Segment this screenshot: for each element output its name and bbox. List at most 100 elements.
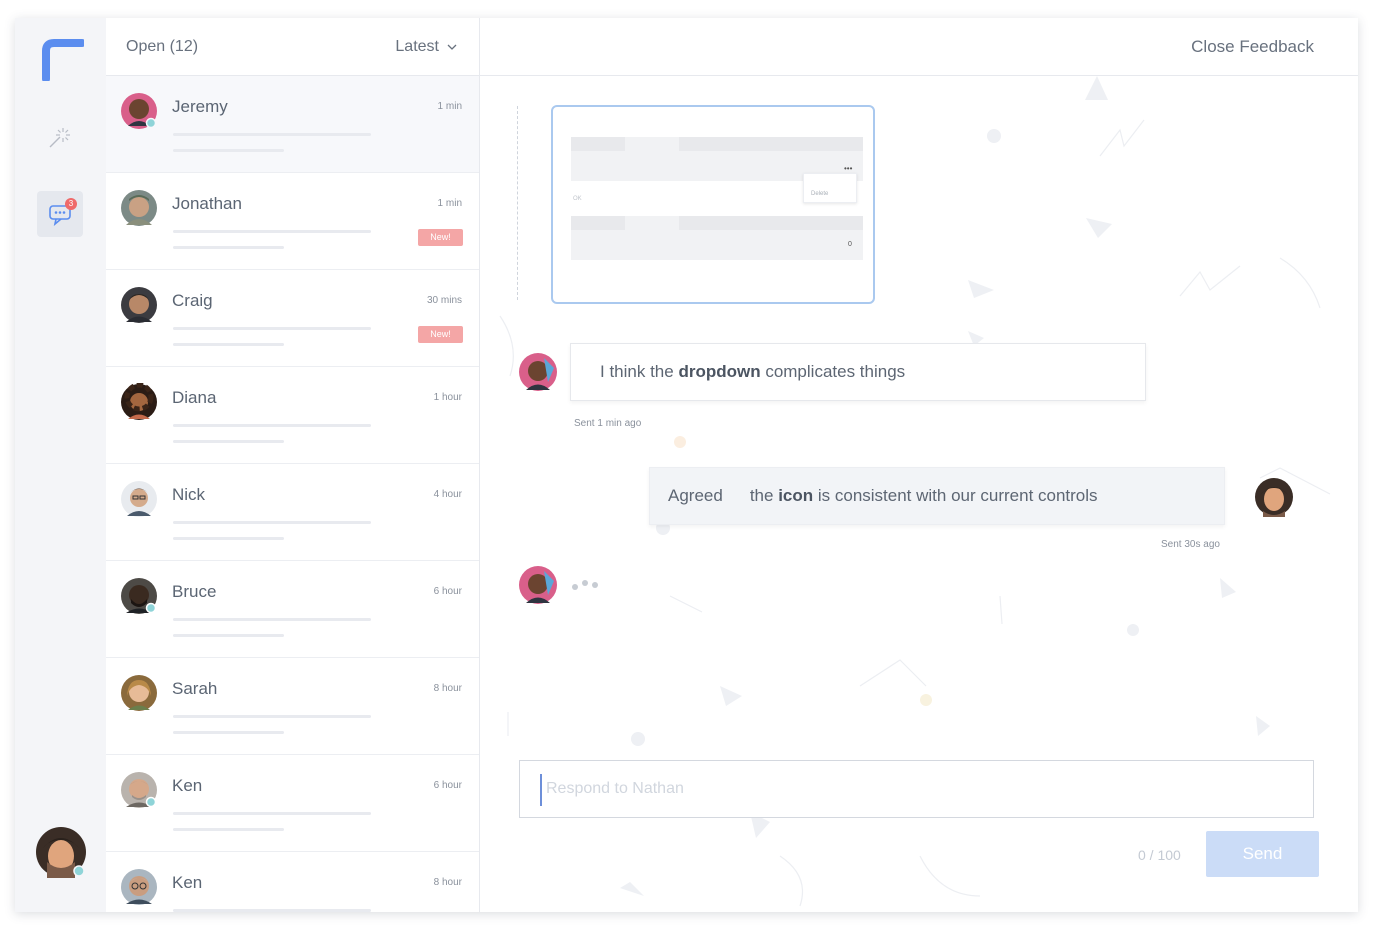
contact-name: Craig [172,291,213,310]
preview-line [173,909,371,912]
preview-line [173,424,371,427]
feedback-app: 3 Open (12) Latest Jeremy 1 min Jonathan… [15,18,1358,912]
mock-cell [571,137,625,151]
avatar [121,578,157,614]
screenshot-attachment[interactable]: ••• Delete OK 0 [551,105,875,304]
conversation-time: 4 hour [433,489,462,500]
new-badge: New! [418,229,463,246]
mock-row-label: OK [573,196,582,202]
sort-label: Latest [395,37,439,55]
avatar [121,383,157,420]
contact-name: Diana [172,388,217,407]
message-meta: Sent 1 min ago [574,418,642,429]
conversation-item-sarah[interactable]: Sarah 8 hour [106,658,479,755]
mock-more-icon: ••• [844,164,853,173]
preview-line [173,149,284,152]
reply-box[interactable] [519,760,1314,818]
preview-line [173,133,371,136]
mock-cell [679,137,863,151]
typing-indicator [572,578,598,590]
contact-name: Bruce [172,582,217,601]
conversation-list: Open (12) Latest Jeremy 1 min Jonathan 1… [106,18,480,912]
conversation-item-jeremy[interactable]: Jeremy 1 min [106,76,479,173]
preview-line [173,812,371,815]
typing-dot [582,580,588,586]
conversation-time: 6 hour [433,780,462,791]
avatar [1255,478,1293,517]
contact-name: Ken [172,873,203,892]
magic-wand-button[interactable] [37,114,83,160]
conversation-item-jonathan[interactable]: Jonathan 1 min New! [106,173,479,270]
contact-name: Sarah [172,679,218,698]
magic-wand-icon [49,128,70,148]
preview-line [173,715,371,718]
message-prefix: Agreed [668,486,723,505]
avatar [121,287,157,323]
avatar [121,869,157,905]
logo-icon[interactable] [40,37,84,81]
mock-dropdown-menu [803,173,857,203]
text-caret [540,774,542,806]
avatar [121,93,157,129]
notification-badge: 3 [65,198,77,210]
contact-name: Jeremy [172,97,228,116]
conversation-item-bruce[interactable]: Bruce 6 hour [106,561,479,658]
chevron-down-icon [447,44,457,50]
conversation-time: 1 min [437,101,462,112]
mock-menu-label: Delete [811,191,829,197]
open-count-title: Open (12) [126,37,199,55]
preview-line [173,537,284,540]
preview-line [173,618,371,621]
mock-cell [571,216,625,230]
conversation-item-nick[interactable]: Nick 4 hour [106,464,479,561]
conversation-item-diana[interactable]: Diana 1 hour [106,367,479,464]
conversation-item-ken[interactable]: Ken 6 hour [106,755,479,852]
list-header: Open (12) Latest [106,18,479,76]
avatar [121,675,157,711]
typing-dot [572,584,578,590]
conversation-time: 30 mins [426,295,462,306]
close-feedback-button[interactable]: Close Feedback [1191,37,1314,57]
preview-line [173,828,284,831]
character-counter: 0 / 100 [1138,847,1181,863]
sort-dropdown[interactable]: Latest [395,38,457,56]
conversation-time: 8 hour [433,877,462,888]
avatar [121,772,157,808]
contact-name: Nick [172,485,206,504]
conversation-time: 1 min [437,198,462,209]
preview-line [173,343,284,346]
message-meta: Sent 30s ago [1161,539,1220,550]
mock-cell [679,216,863,230]
avatar [519,353,557,391]
avatar [121,190,157,226]
mock-cell-value: 0 [848,241,852,248]
user-avatar[interactable] [35,826,87,878]
preview-line [173,521,371,524]
conversation-item-craig[interactable]: Craig 30 mins New! [106,270,479,367]
avatar [121,481,157,517]
contact-name: Ken [172,776,203,795]
typing-dot [592,582,598,588]
send-button[interactable]: Send [1206,831,1319,877]
conversation-time: 6 hour [433,586,462,597]
preview-line [173,246,284,249]
reply-input[interactable] [546,761,1306,817]
chat-header: Close Feedback [480,18,1358,76]
preview-line [173,440,284,443]
preview-line [173,230,371,233]
preview-line [173,634,284,637]
conversation-time: 1 hour [433,392,462,403]
avatar [519,566,557,604]
message-text: the icon is consistent with our current … [749,486,1098,505]
chat-panel: Close Feedback ••• Delete OK 0 I think t… [480,18,1358,912]
conversation-time: 8 hour [433,683,462,694]
message-text: I think the dropdown complicates things [600,362,906,381]
preview-line [173,327,371,330]
conversation-item-ken-2[interactable]: Ken 8 hour [106,852,479,912]
new-badge: New! [418,326,463,343]
chat-nav-button[interactable]: 3 [37,191,83,237]
preview-line [173,731,284,734]
left-rail: 3 [15,18,106,912]
own-message-bubble: Agreed the icon is consistent with our c… [649,467,1225,525]
message-bubble: I think the dropdown complicates things [570,343,1146,401]
